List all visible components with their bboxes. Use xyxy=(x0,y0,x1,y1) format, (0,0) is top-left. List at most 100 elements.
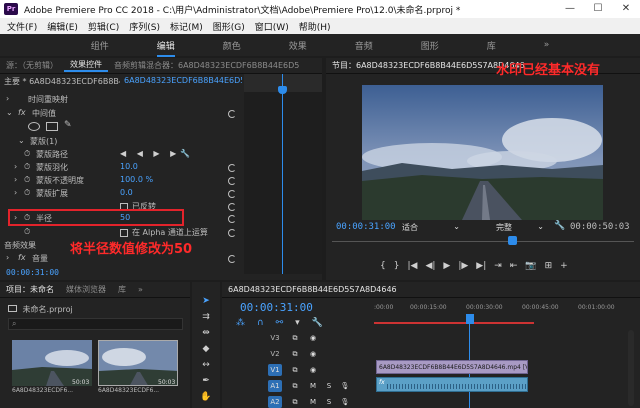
tab-audio-clip-mixer[interactable]: 音频剪辑混合器：6A8D48323ECDF6B8B44E6D5 xyxy=(108,60,305,71)
mask-path-row[interactable]: ⏱ 蒙版路径 ◀ ◀ ▶ ▶ 🔧 xyxy=(0,149,240,161)
reset-icon[interactable] xyxy=(228,110,236,118)
menu-marker[interactable]: 标记(M) xyxy=(170,20,203,33)
go-to-in-icon[interactable]: |◀ xyxy=(407,261,417,271)
mark-in-icon[interactable]: { xyxy=(380,261,386,271)
track-label-a2[interactable]: A2 xyxy=(268,396,282,408)
add-marker-icon[interactable]: ▾ xyxy=(295,318,300,330)
reset-icon[interactable] xyxy=(228,215,236,223)
stopwatch-icon[interactable]: ⏱ xyxy=(24,188,30,198)
mark-out-icon[interactable]: } xyxy=(394,261,400,271)
mask-opacity-row[interactable]: › ⏱ 蒙版不透明度 100.0 % xyxy=(0,175,240,187)
quality-dropdown[interactable]: 完整 ⌄ xyxy=(496,222,546,234)
workspace-assembly[interactable]: 组件 xyxy=(67,39,133,52)
step-forward-icon[interactable]: |▶ xyxy=(458,261,468,271)
workspace-more-icon[interactable]: » xyxy=(520,40,574,50)
selection-tool-icon[interactable]: ➤ xyxy=(200,296,212,307)
alpha-checkbox[interactable] xyxy=(120,229,128,237)
workspace-libraries[interactable]: 库 xyxy=(463,39,520,52)
menu-sequence[interactable]: 序列(S) xyxy=(129,20,160,33)
sync-lock-icon[interactable]: ⧉ xyxy=(288,396,302,408)
reset-icon[interactable] xyxy=(228,164,236,172)
tab-sequence[interactable]: 6A8D48323ECDF6B8B44E6D5S7A8D4646 xyxy=(222,285,403,294)
step-back-icon[interactable]: ◀| xyxy=(425,261,435,271)
mask-expansion-row[interactable]: › ⏱ 蒙版扩展 0.0 xyxy=(0,188,240,200)
track-mask-controls[interactable]: ◀ ◀ ▶ ▶ xyxy=(120,149,180,158)
mask-feather-value[interactable]: 10.0 xyxy=(120,162,138,171)
workspace-color[interactable]: 颜色 xyxy=(199,39,265,52)
program-scrubber[interactable] xyxy=(332,236,634,246)
timeline-timecode[interactable]: 00:00:31:00 xyxy=(240,301,313,314)
snap-icon[interactable]: ∩ xyxy=(257,318,264,330)
more-tabs-icon[interactable]: » xyxy=(132,285,149,294)
effect-timecode[interactable]: 00:00:31:00 xyxy=(6,268,59,277)
collapse-arrow-icon[interactable]: ⌄ xyxy=(6,108,13,117)
sync-lock-icon[interactable]: ⧉ xyxy=(288,332,302,344)
expand-arrow-icon[interactable]: › xyxy=(14,162,17,171)
mask-opacity-value[interactable]: 100.0 % xyxy=(120,175,153,184)
collapse-arrow-icon[interactable]: ⌄ xyxy=(18,136,25,145)
work-area-bar[interactable] xyxy=(374,322,534,324)
fit-dropdown[interactable]: 适合 ⌄ xyxy=(402,222,462,234)
maximize-button[interactable]: ☐ xyxy=(584,0,612,18)
effect-playhead-handle[interactable] xyxy=(278,86,287,94)
track-select-tool-icon[interactable]: ⇉ xyxy=(200,312,212,323)
play-icon[interactable]: ▶ xyxy=(443,261,450,271)
program-current-timecode[interactable]: 00:00:31:00 xyxy=(336,222,396,232)
rectangle-mask-icon[interactable] xyxy=(46,122,58,131)
mask-expansion-value[interactable]: 0.0 xyxy=(120,188,133,197)
solo-icon[interactable]: S xyxy=(322,380,336,392)
add-button-icon[interactable]: + xyxy=(560,261,568,271)
video-clip[interactable]: 6A8D48323ECDF6B8B44E6D5S7A8D4646.mp4 [V] xyxy=(376,360,528,374)
menu-edit[interactable]: 编辑(E) xyxy=(47,20,78,33)
minimize-button[interactable]: — xyxy=(556,0,584,18)
microphone-icon[interactable]: 🎙 xyxy=(338,380,352,392)
ellipse-mask-icon[interactable] xyxy=(28,122,40,131)
timeline-ruler[interactable]: :00:00 00:00:15:00 00:00:30:00 00:00:45:… xyxy=(374,304,640,318)
expand-arrow-icon[interactable]: › xyxy=(14,188,17,197)
track-label-v2[interactable]: V2 xyxy=(268,348,282,360)
go-to-out-icon[interactable]: ▶| xyxy=(476,261,486,271)
sync-lock-icon[interactable]: ⧉ xyxy=(288,364,302,376)
track-label-v3[interactable]: V3 xyxy=(268,332,282,344)
compare-icon[interactable]: ⊞ xyxy=(545,261,553,271)
stopwatch-icon[interactable]: ⏱ xyxy=(24,175,30,185)
menu-graphics[interactable]: 图形(G) xyxy=(213,20,245,33)
mask-row[interactable]: ⌄ 蒙版(1) xyxy=(0,136,240,148)
master-clip-label[interactable]: 主要 * 6A8D48323ECDF6B8B4... xyxy=(4,76,120,88)
tab-media-browser[interactable]: 媒体浏览器 xyxy=(60,284,112,295)
timeline-playhead-handle[interactable] xyxy=(466,314,474,324)
project-search-input[interactable]: ⌕ xyxy=(8,318,183,330)
timeline-scrollbar[interactable] xyxy=(628,330,634,406)
linked-selection-icon[interactable]: ⚯ xyxy=(276,318,284,330)
expand-arrow-icon[interactable]: › xyxy=(6,94,9,103)
tab-project[interactable]: 项目：未命名 xyxy=(0,284,60,295)
reset-icon[interactable] xyxy=(228,177,236,185)
reset-icon[interactable] xyxy=(228,190,236,198)
audio-clip[interactable]: fx xyxy=(376,377,528,392)
close-button[interactable]: ✕ xyxy=(612,0,640,18)
tab-libraries[interactable]: 库 xyxy=(112,284,132,295)
eye-icon[interactable]: ◉ xyxy=(306,332,320,344)
mute-icon[interactable]: M xyxy=(306,396,320,408)
workspace-editing[interactable]: 编辑 xyxy=(133,39,199,57)
solo-icon[interactable]: S xyxy=(322,396,336,408)
mask-feather-row[interactable]: › ⏱ 蒙版羽化 10.0 xyxy=(0,162,240,174)
microphone-icon[interactable]: 🎙 xyxy=(338,396,352,408)
effect-playhead[interactable] xyxy=(282,74,283,274)
ripple-edit-tool-icon[interactable]: ⇹ xyxy=(200,328,212,339)
clip-name-label[interactable]: 6A8D48323ECDF6B8B44E6D5... xyxy=(124,76,242,88)
pen-tool-icon[interactable]: ✒ xyxy=(200,376,212,387)
track-label-a1[interactable]: A1 xyxy=(268,380,282,392)
pen-mask-icon[interactable]: ✎ xyxy=(64,120,72,130)
eye-icon[interactable]: ◉ xyxy=(306,364,320,376)
eye-icon[interactable]: ◉ xyxy=(306,348,320,360)
video-preview[interactable] xyxy=(362,85,603,220)
wrench-icon[interactable]: 🔧 xyxy=(554,221,565,231)
track-label-v1[interactable]: V1 xyxy=(268,364,282,376)
hand-tool-icon[interactable]: ✋ xyxy=(200,392,212,403)
expand-arrow-icon[interactable]: › xyxy=(6,253,9,262)
extract-icon[interactable]: ⇤ xyxy=(510,261,518,271)
menu-help[interactable]: 帮助(H) xyxy=(299,20,331,33)
export-frame-icon[interactable]: 📷 xyxy=(525,261,536,271)
fx-icon[interactable]: fx xyxy=(18,108,26,117)
